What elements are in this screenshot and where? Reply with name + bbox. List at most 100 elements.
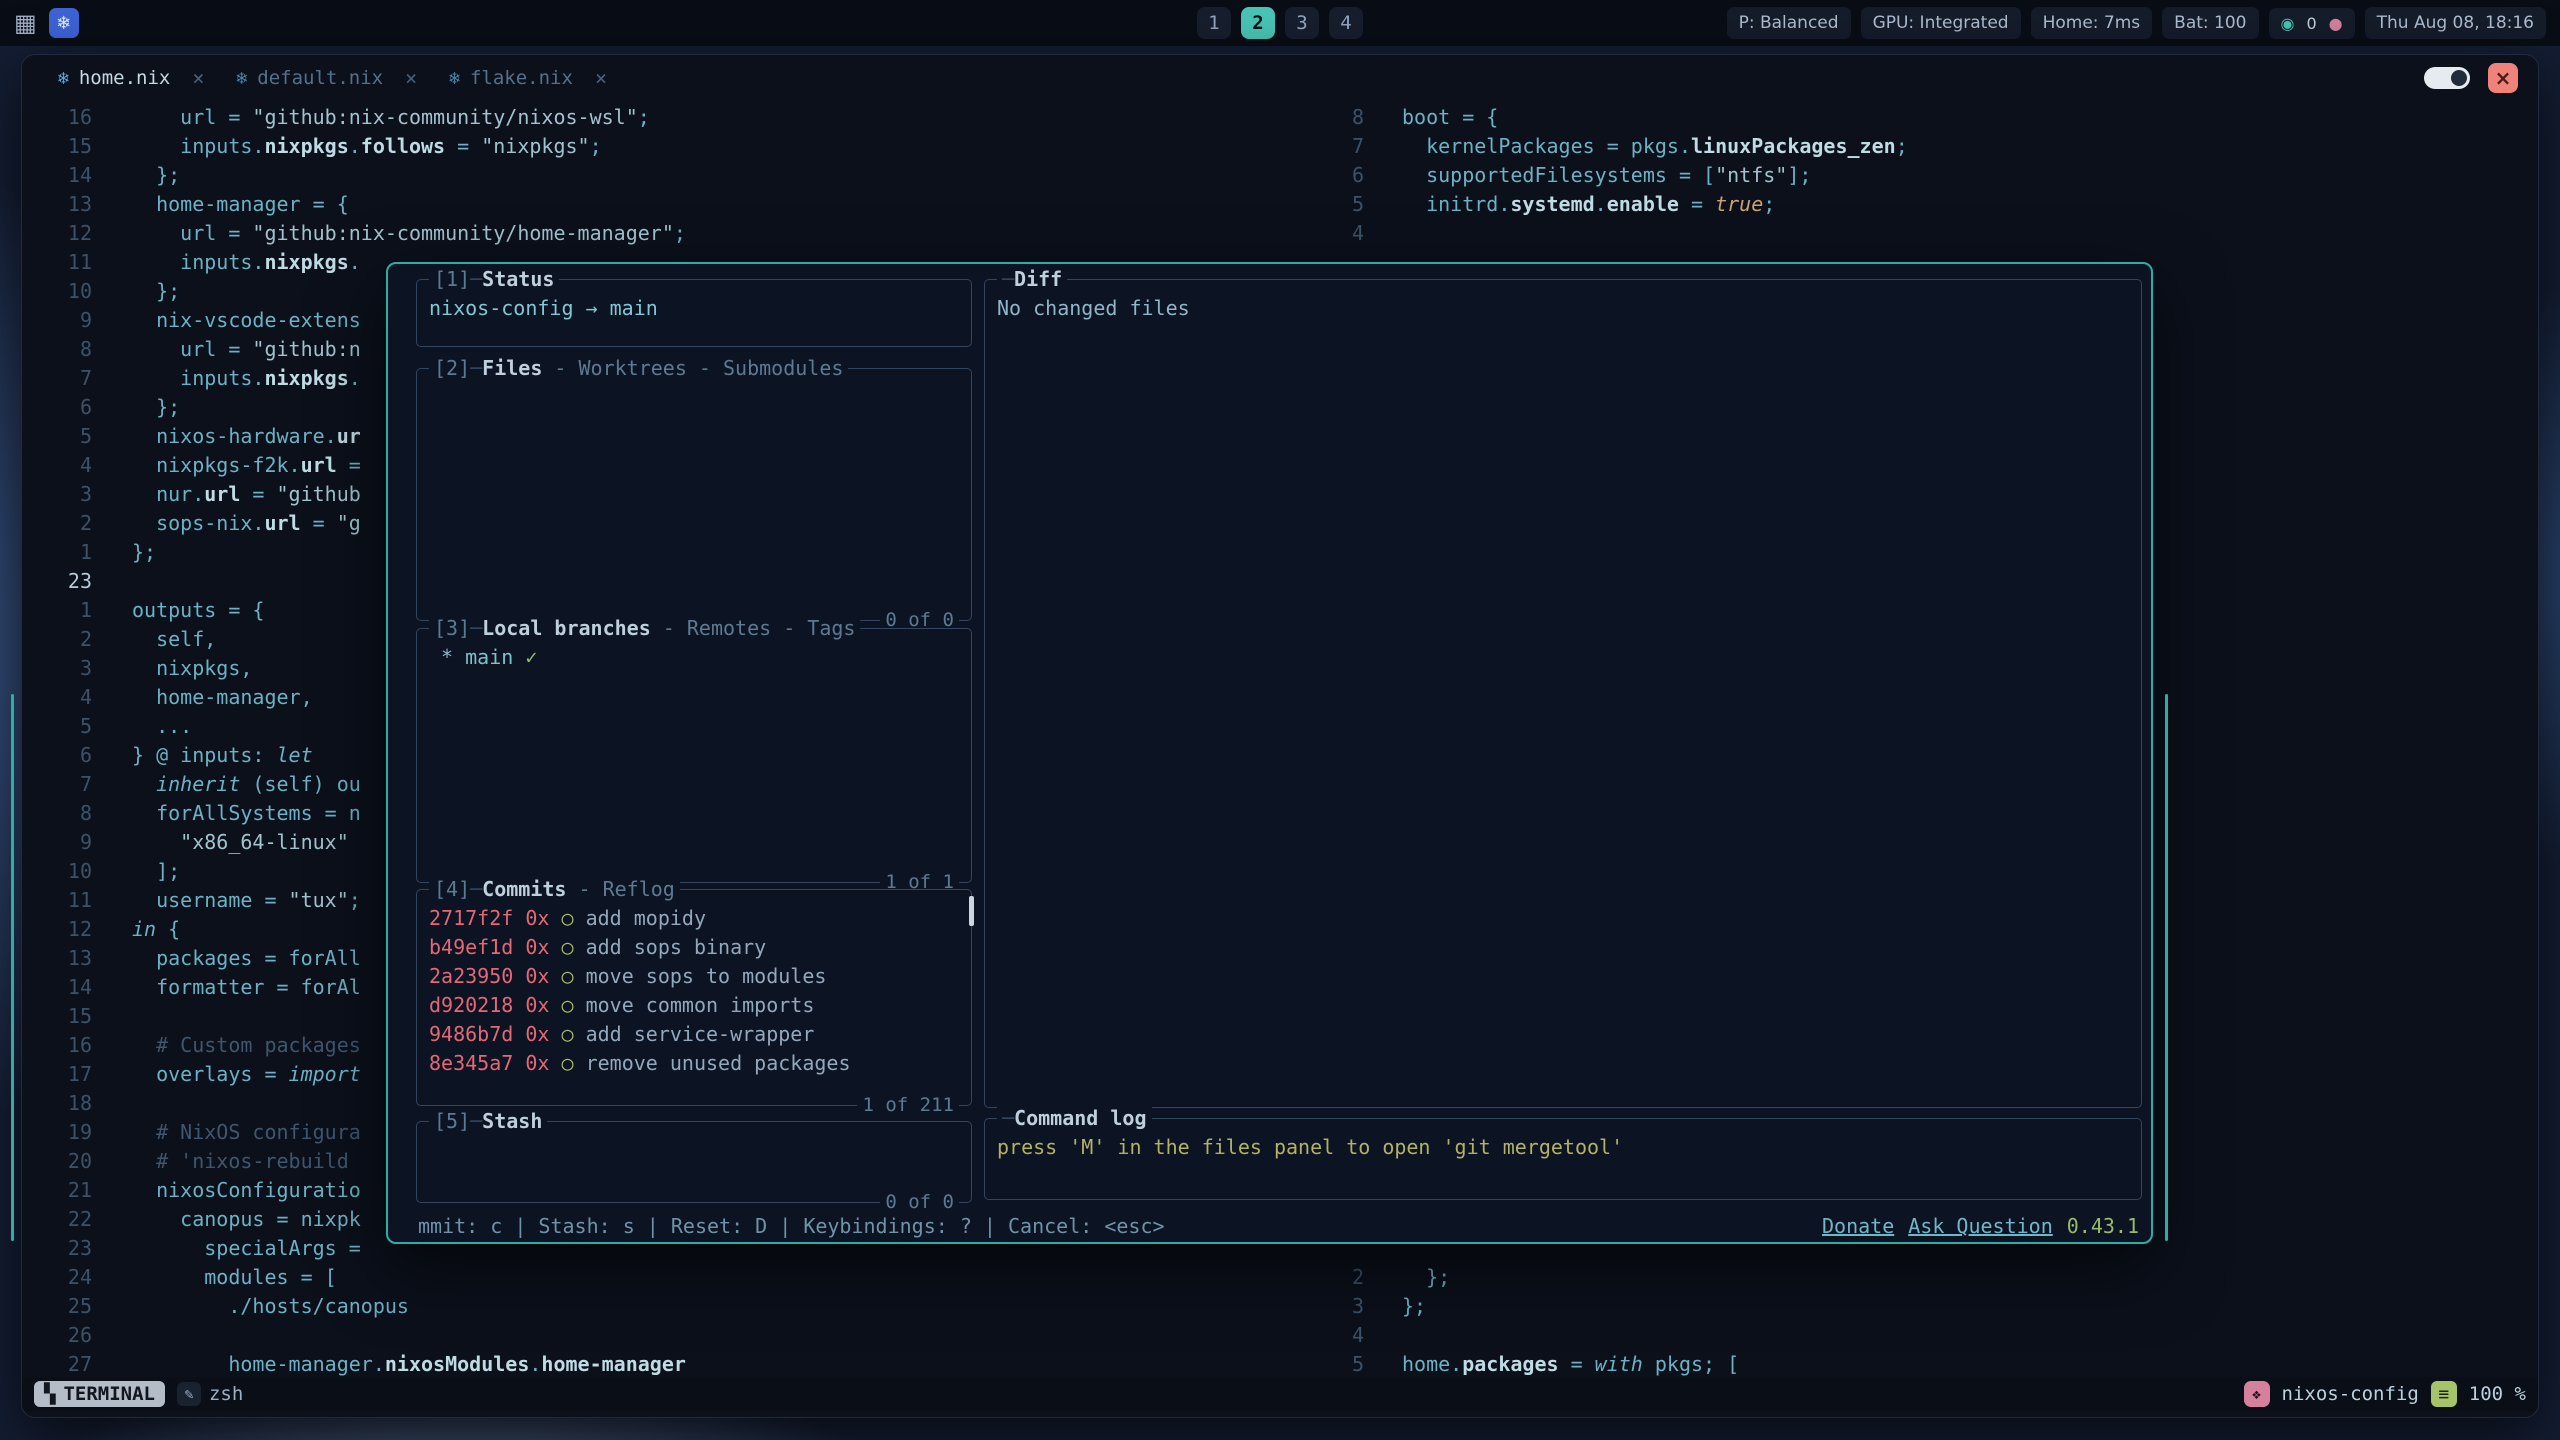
tab-bar: ❄home.nix×❄default.nix×❄flake.nix× × bbox=[22, 55, 2538, 101]
code-text: "x86_64-linux" bbox=[92, 828, 349, 857]
top-bar-left: ▦ ❄ bbox=[14, 8, 79, 38]
code-line[interactable]: 13 home-manager = { bbox=[22, 190, 1324, 219]
code-line[interactable]: 14 }; bbox=[22, 161, 1324, 190]
branch-row[interactable]: * main ✓ bbox=[429, 643, 963, 672]
tab-home.nix[interactable]: ❄home.nix× bbox=[42, 55, 220, 101]
desktop: ▦ ❄ 1234 P: BalancedGPU: IntegratedHome:… bbox=[0, 0, 2560, 1440]
code-text: formatter = forAl bbox=[92, 973, 361, 1002]
lazygit-status-panel[interactable]: [1]Status nixos-config → main bbox=[416, 279, 972, 347]
keybinding-hints: mmit: c | Stash: s | Reset: D | Keybindi… bbox=[418, 1212, 1165, 1241]
code-text: nixpkgs, bbox=[92, 654, 252, 683]
commit-row[interactable]: 2717f2f 0x ○ add mopidy bbox=[429, 904, 963, 933]
lazygit-command-log-panel[interactable]: Command log press 'M' in the files panel… bbox=[984, 1118, 2142, 1200]
code-text: boot = { bbox=[1364, 103, 1498, 132]
panel-subtitle: - Worktrees - Submodules bbox=[542, 356, 843, 380]
code-text: inherit (self) ou bbox=[92, 770, 361, 799]
workspace-button-4[interactable]: 4 bbox=[1329, 7, 1363, 39]
status-segment: Home: 7ms bbox=[2031, 7, 2153, 39]
code-line[interactable]: 16 url = "github:nix-community/nixos-wsl… bbox=[22, 103, 1324, 132]
session-icon: ❖ bbox=[2244, 1381, 2270, 1407]
code-line[interactable]: 4 bbox=[1324, 1321, 2538, 1350]
edit-icon: ✎ bbox=[177, 1382, 201, 1406]
session-name[interactable]: nixos-config bbox=[2282, 1383, 2419, 1405]
code-text: supportedFilesystems = ["ntfs"]; bbox=[1364, 161, 1811, 190]
code-line[interactable]: 4 bbox=[1324, 219, 2538, 248]
commit-row[interactable]: b49ef1d 0x ○ add sops binary bbox=[429, 933, 963, 962]
workspace-button-3[interactable]: 3 bbox=[1285, 7, 1319, 39]
close-tab-icon[interactable]: × bbox=[192, 66, 204, 90]
pin-toggle[interactable] bbox=[2424, 67, 2470, 89]
lazygit-files-panel[interactable]: [2]Files - Worktrees - Submodules 0 of 0 bbox=[416, 368, 972, 621]
app-launcher-icon[interactable]: ▦ bbox=[14, 11, 37, 35]
code-line[interactable]: 7 kernelPackages = pkgs.linuxPackages_ze… bbox=[1324, 132, 2538, 161]
code-line[interactable]: 27 home-manager.nixosModules.home-manage… bbox=[22, 1350, 1324, 1377]
code-line[interactable]: 3}; bbox=[1324, 1292, 2538, 1321]
line-number: 6 bbox=[22, 393, 92, 422]
code-line[interactable]: 12 url = "github:nix-community/home-mana… bbox=[22, 219, 1324, 248]
line-number: 2 bbox=[22, 509, 92, 538]
code-text: specialArgs = bbox=[92, 1234, 361, 1263]
code-text: nixosConfiguratio bbox=[92, 1176, 361, 1205]
code-line[interactable]: 24 modules = [ bbox=[22, 1263, 1324, 1292]
line-number: 7 bbox=[22, 364, 92, 393]
code-line[interactable]: 25 ./hosts/canopus bbox=[22, 1292, 1324, 1321]
code-line[interactable]: 2 }; bbox=[1324, 1263, 2538, 1292]
code-text: nix-vscode-extens bbox=[92, 306, 361, 335]
diff-content: No changed files bbox=[997, 296, 1190, 320]
code-text: ... bbox=[92, 712, 192, 741]
line-number: 1 bbox=[22, 538, 92, 567]
line-number: 8 bbox=[22, 799, 92, 828]
line-number: 24 bbox=[22, 1263, 92, 1292]
commits-scrollbar[interactable] bbox=[969, 896, 974, 926]
lazygit-version: 0.43.1 bbox=[2067, 1212, 2139, 1241]
code-text: home.packages = with pkgs; [ bbox=[1364, 1350, 1739, 1377]
code-text: modules = [ bbox=[92, 1263, 337, 1292]
close-tab-icon[interactable]: × bbox=[595, 66, 607, 90]
line-number: 7 bbox=[22, 770, 92, 799]
tab-flake.nix[interactable]: ❄flake.nix× bbox=[433, 55, 623, 101]
lazygit-branches-panel[interactable]: [3]Local branches - Remotes - Tags * mai… bbox=[416, 628, 972, 883]
code-line[interactable]: 5 initrd.systemd.enable = true; bbox=[1324, 190, 2538, 219]
window-close-button[interactable]: × bbox=[2488, 63, 2518, 93]
layout-icon[interactable]: ≡ bbox=[2431, 1381, 2457, 1407]
mode-indicator[interactable]: ▚TERMINAL bbox=[34, 1381, 165, 1407]
lazygit-stash-panel[interactable]: [5]Stash 0 of 0 bbox=[416, 1121, 972, 1203]
notifications-icon[interactable]: 0 bbox=[2306, 14, 2316, 33]
screencast-icon[interactable]: ● bbox=[2329, 14, 2343, 33]
code-line[interactable]: 15 inputs.nixpkgs.follows = "nixpkgs"; bbox=[22, 132, 1324, 161]
code-line[interactable]: 26 bbox=[22, 1321, 1324, 1350]
nix-app-icon[interactable]: ❄ bbox=[49, 8, 79, 38]
close-tab-icon[interactable]: × bbox=[405, 66, 417, 90]
workspace-button-1[interactable]: 1 bbox=[1197, 7, 1231, 39]
workspace-button-2[interactable]: 2 bbox=[1241, 7, 1275, 39]
tab-default.nix[interactable]: ❄default.nix× bbox=[220, 55, 433, 101]
code-text: inputs.nixpkgs. bbox=[92, 364, 361, 393]
commit-row[interactable]: 2a23950 0x ○ move sops to modules bbox=[429, 962, 963, 991]
code-text: inputs.nixpkgs. bbox=[92, 248, 361, 277]
donate-link[interactable]: Donate bbox=[1822, 1212, 1894, 1241]
ask-question-link[interactable]: Ask Question bbox=[1908, 1212, 2053, 1241]
top-bar: ▦ ❄ 1234 P: BalancedGPU: IntegratedHome:… bbox=[0, 0, 2560, 46]
code-line[interactable]: 8boot = { bbox=[1324, 103, 2538, 132]
network-icon[interactable]: ◉ bbox=[2281, 14, 2295, 33]
commit-row[interactable]: 9486b7d 0x ○ add service-wrapper bbox=[429, 1020, 963, 1049]
lazygit-commits-panel[interactable]: [4]Commits - Reflog 2717f2f 0x ○ add mop… bbox=[416, 889, 972, 1106]
commit-row[interactable]: 8e345a7 0x ○ remove unused packages bbox=[429, 1049, 963, 1078]
code-line[interactable]: 6 supportedFilesystems = ["ntfs"]; bbox=[1324, 161, 2538, 190]
panel-title: Files bbox=[470, 356, 542, 380]
lazygit-diff-panel[interactable]: Diff No changed files bbox=[984, 279, 2142, 1108]
commit-row[interactable]: d920218 0x ○ move common imports bbox=[429, 991, 963, 1020]
panel-title: Status bbox=[470, 267, 554, 291]
line-number: 15 bbox=[22, 1002, 92, 1031]
line-number: 20 bbox=[22, 1147, 92, 1176]
line-number: 25 bbox=[22, 1292, 92, 1321]
code-text: # 'nixos-rebuild bbox=[92, 1147, 349, 1176]
pane-title[interactable]: ✎zsh bbox=[177, 1382, 243, 1406]
code-line[interactable]: 5home.packages = with pkgs; [ bbox=[1324, 1350, 2538, 1377]
editor-tabs: ❄home.nix×❄default.nix×❄flake.nix× bbox=[42, 55, 623, 101]
line-number: 3 bbox=[22, 654, 92, 683]
status-segments: P: BalancedGPU: IntegratedHome: 7msBat: … bbox=[1727, 7, 2259, 39]
clock[interactable]: Thu Aug 08, 18:16 bbox=[2365, 7, 2546, 39]
repo-status: nixos-config → main bbox=[429, 296, 658, 320]
panel-count: 1 of 211 bbox=[857, 1091, 959, 1120]
